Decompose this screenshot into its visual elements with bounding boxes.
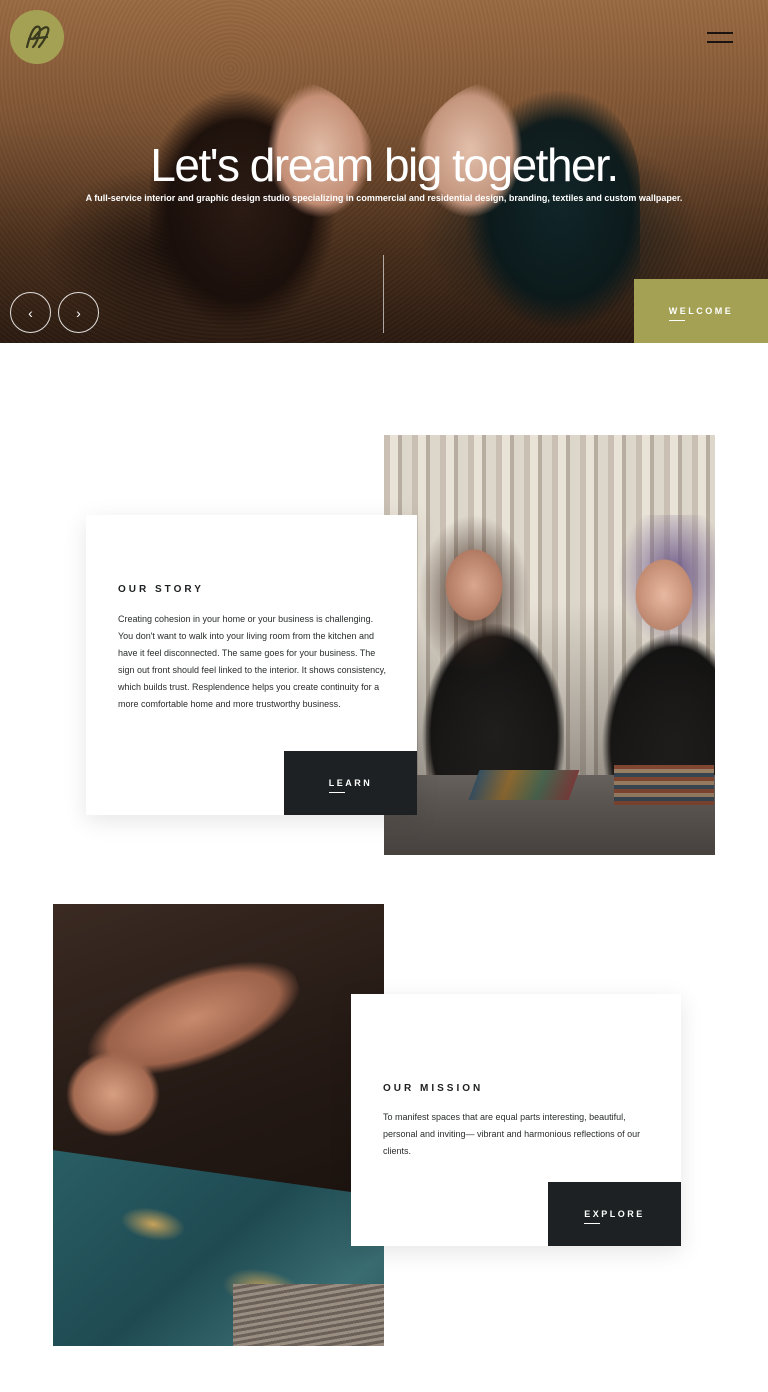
learn-button[interactable]: LEARN: [284, 751, 417, 815]
hero-photo-woman-left: [150, 80, 380, 343]
monogram-logo-icon: [25, 25, 50, 49]
hero-photo-woman-right: [410, 80, 640, 343]
explore-button-label: EXPLORE: [584, 1209, 645, 1224]
hero-subtitle: A full-service interior and graphic desi…: [85, 193, 683, 203]
hero-divider-line: [383, 255, 384, 333]
photo-rug-edges: [233, 1284, 384, 1346]
photo-hand: [53, 1024, 183, 1154]
slider-next-button[interactable]: ›: [58, 292, 99, 333]
welcome-button[interactable]: WELCOME: [634, 279, 768, 343]
slider-prev-button[interactable]: ‹: [10, 292, 51, 333]
mission-heading: OUR MISSION: [383, 1083, 484, 1094]
hero-title: Let's dream big together.: [150, 139, 619, 191]
mission-photo-hand-on-rug: [53, 904, 384, 1346]
chevron-left-icon: ‹: [28, 304, 33, 321]
explore-button[interactable]: EXPLORE: [548, 1182, 681, 1246]
welcome-button-label: WELCOME: [668, 306, 734, 321]
menu-line: [707, 41, 733, 43]
story-card: OUR STORY Creating cohesion in your home…: [86, 515, 417, 815]
story-heading: OUR STORY: [118, 584, 204, 595]
menu-line: [707, 32, 733, 34]
logo[interactable]: [10, 10, 64, 64]
hamburger-menu-icon[interactable]: [700, 26, 740, 50]
learn-button-label: LEARN: [328, 778, 373, 793]
hero-banner: Let's dream big together. A full-service…: [0, 0, 768, 343]
story-body: Creating cohesion in your home or your b…: [118, 614, 386, 709]
story-photo-designers-with-samples: [384, 435, 715, 855]
chevron-right-icon: ›: [76, 304, 81, 321]
mission-body: To manifest spaces that are equal parts …: [383, 1112, 641, 1156]
photo-shade: [384, 435, 715, 855]
mission-card: OUR MISSION To manifest spaces that are …: [351, 994, 681, 1246]
